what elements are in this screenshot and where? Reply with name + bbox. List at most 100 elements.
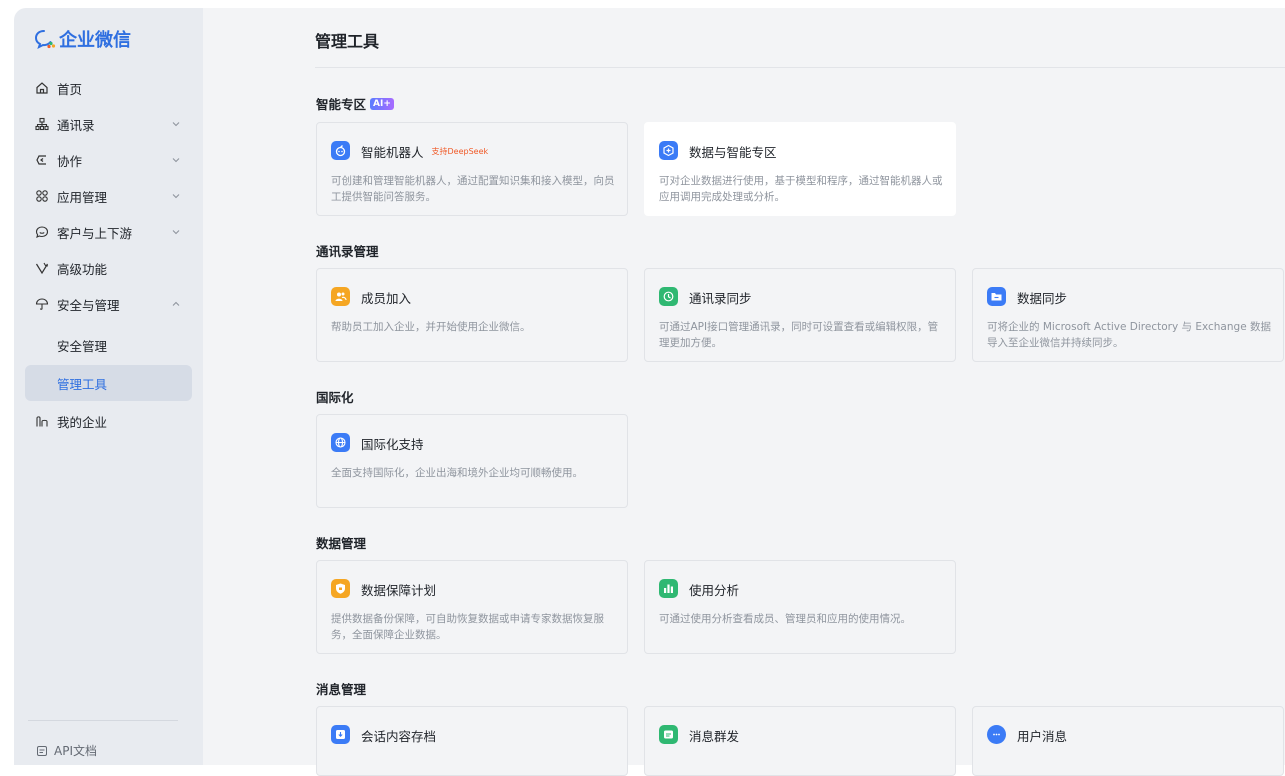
card-title: 用户消息 xyxy=(1017,726,1067,745)
card-title-text: 通讯录同步 xyxy=(689,291,752,306)
sidebar-item-label: 高级功能 xyxy=(57,261,108,277)
card-title: 数据同步 xyxy=(1017,288,1067,307)
card-description: 帮助员工加入企业，并开始使用企业微信。 xyxy=(331,321,531,333)
app-logo[interactable]: 企业微信 xyxy=(34,26,131,52)
card-usage-analysis[interactable]: 使用分析 可通过使用分析查看成员、管理员和应用的使用情况。 xyxy=(644,560,956,654)
sidebar-divider xyxy=(28,720,178,721)
chevron-up-icon xyxy=(172,301,180,306)
section-title-text: 国际化 xyxy=(316,390,354,405)
section-title-internationalization: 国际化 xyxy=(316,387,354,406)
sidebar-item-customers[interactable]: 客户与上下游 xyxy=(25,214,192,250)
main-content: 管理工具 智能专区 AI+ 智能机器人 支持DeepSeek 可创建和管理智能机… xyxy=(203,8,1285,776)
section-title-text: 数据管理 xyxy=(316,536,367,551)
card-title: 国际化支持 xyxy=(361,434,424,453)
chat-icon xyxy=(35,226,49,238)
sidebar-item-collaboration[interactable]: 协作 xyxy=(25,142,192,178)
ai-badge: AI+ xyxy=(370,97,394,110)
sidebar-item-label: 通讯录 xyxy=(57,117,95,133)
card-title: 会话内容存档 xyxy=(361,726,436,745)
chevron-down-icon xyxy=(172,194,180,199)
card-description: 提供数据备份保障，可自助恢复数据或申请专家数据恢复服务，全面保障企业数据。 xyxy=(331,613,604,641)
chevron-down-icon xyxy=(172,158,180,163)
card-title-text: 用户消息 xyxy=(1017,729,1068,744)
chevron-down-icon xyxy=(172,122,180,127)
api-doc-link[interactable]: API文档 xyxy=(36,742,97,759)
api-doc-label: API文档 xyxy=(54,744,97,758)
card-title: 通讯录同步 xyxy=(689,288,752,307)
card-description: 可将企业的 Microsoft Active Directory 与 Excha… xyxy=(987,321,1271,349)
card-title: 智能机器人 支持DeepSeek xyxy=(361,142,488,161)
org-chart-icon xyxy=(35,117,49,131)
advanced-icon xyxy=(35,262,49,275)
sidebar-item-label: 首页 xyxy=(57,81,83,97)
card-international-support[interactable]: 国际化支持 全面支持国际化，企业出海和境外企业均可顺畅使用。 xyxy=(316,414,628,508)
sidebar-item-label: 我的企业 xyxy=(57,414,108,430)
sidebar-item-label: 协作 xyxy=(57,153,83,169)
members-icon xyxy=(331,287,350,306)
folder-icon xyxy=(987,287,1006,306)
globe-icon xyxy=(331,433,350,452)
message-icon xyxy=(987,725,1006,744)
page-title: 管理工具 xyxy=(315,32,380,51)
card-title-text: 使用分析 xyxy=(689,583,740,598)
sidebar-item-my-enterprise[interactable]: 我的企业 xyxy=(25,403,192,439)
umbrella-icon xyxy=(35,298,49,310)
section-title-text: 消息管理 xyxy=(316,682,367,697)
data-ai-icon xyxy=(659,141,678,160)
card-member-join[interactable]: 成员加入 帮助员工加入企业，并开始使用企业微信。 xyxy=(316,268,628,362)
broadcast-icon xyxy=(659,725,678,744)
chevron-down-icon xyxy=(172,230,180,235)
sidebar-item-security-management[interactable]: 安全与管理 xyxy=(25,286,192,322)
card-contacts-sync[interactable]: 通讯录同步 可通过API接口管理通讯录，同时可设置查看或编辑权限，管理更加方便。 xyxy=(644,268,956,362)
deepseek-tag: 支持DeepSeek xyxy=(431,147,489,156)
card-title-text: 数据同步 xyxy=(1017,291,1068,306)
section-title-ai: 智能专区 AI+ xyxy=(316,94,394,113)
card-data-sync[interactable]: 数据同步 可将企业的 Microsoft Active Directory 与 … xyxy=(972,268,1284,362)
card-description: 可创建和管理智能机器人，通过配置知识集和接入模型，向员工提供智能问答服务。 xyxy=(331,175,615,203)
card-title-text: 成员加入 xyxy=(361,291,412,306)
sync-icon xyxy=(659,287,678,306)
section-title-text: 智能专区 xyxy=(316,97,367,112)
title-divider xyxy=(315,67,1285,68)
collab-icon xyxy=(36,155,46,165)
card-description: 可对企业数据进行使用，基于模型和程序，通过智能机器人或应用调用完成处理或分析。 xyxy=(659,175,943,203)
sidebar-item-label: 应用管理 xyxy=(57,189,108,205)
card-data-protection[interactable]: 数据保障计划 提供数据备份保障，可自助恢复数据或申请专家数据恢复服务，全面保障企… xyxy=(316,560,628,654)
card-smart-robot[interactable]: 智能机器人 支持DeepSeek 可创建和管理智能机器人，通过配置知识集和接入模… xyxy=(316,122,628,216)
card-title: 使用分析 xyxy=(689,580,739,599)
sidebar-subitem-security[interactable]: 安全管理 xyxy=(25,327,192,363)
sidebar-item-app-management[interactable]: 应用管理 xyxy=(25,178,192,214)
sidebar-item-label: 管理工具 xyxy=(57,376,108,392)
sidebar: 企业微信 首页 通讯录 协作 应用管理 客户与上下游 高级功能 安全与管理 安全… xyxy=(14,8,203,765)
section-title-data-management: 数据管理 xyxy=(316,533,366,552)
section-title-message-management: 消息管理 xyxy=(316,679,366,698)
archive-icon xyxy=(331,725,350,744)
card-description: 可通过使用分析查看成员、管理员和应用的使用情况。 xyxy=(659,613,911,625)
sidebar-item-label: 安全与管理 xyxy=(57,297,120,313)
sidebar-item-home[interactable]: 首页 xyxy=(25,70,192,106)
card-description: 全面支持国际化，企业出海和境外企业均可顺畅使用。 xyxy=(331,467,583,479)
enterprise-icon xyxy=(36,416,48,427)
wecom-logo-icon xyxy=(34,30,56,49)
section-title-contacts: 通讯录管理 xyxy=(316,241,379,260)
card-data-ai-zone[interactable]: 数据与智能专区 可对企业数据进行使用，基于模型和程序，通过智能机器人或应用调用完… xyxy=(644,122,956,216)
card-title-text: 数据保障计划 xyxy=(361,583,437,598)
card-title-text: 国际化支持 xyxy=(361,437,424,452)
sidebar-subitem-management-tools[interactable]: 管理工具 xyxy=(25,365,192,401)
card-broadcast-message[interactable]: 消息群发 xyxy=(644,706,956,776)
apps-icon xyxy=(36,190,48,202)
card-title-text: 会话内容存档 xyxy=(361,729,437,744)
app-logo-text: 企业微信 xyxy=(59,30,131,51)
sidebar-item-contacts[interactable]: 通讯录 xyxy=(25,106,192,142)
card-conversation-archive[interactable]: 会话内容存档 xyxy=(316,706,628,776)
sidebar-item-label: 客户与上下游 xyxy=(57,225,133,241)
card-title-text: 智能机器人 xyxy=(361,145,424,160)
card-title: 数据与智能专区 xyxy=(689,142,777,161)
card-title: 数据保障计划 xyxy=(361,580,436,599)
shield-icon xyxy=(331,579,350,598)
card-user-messages[interactable]: 用户消息 xyxy=(972,706,1284,776)
card-description: 可通过API接口管理通讯录，同时可设置查看或编辑权限，管理更加方便。 xyxy=(659,321,939,349)
home-icon xyxy=(36,82,48,94)
sidebar-item-advanced[interactable]: 高级功能 xyxy=(25,250,192,286)
sidebar-item-label: 安全管理 xyxy=(57,338,108,354)
